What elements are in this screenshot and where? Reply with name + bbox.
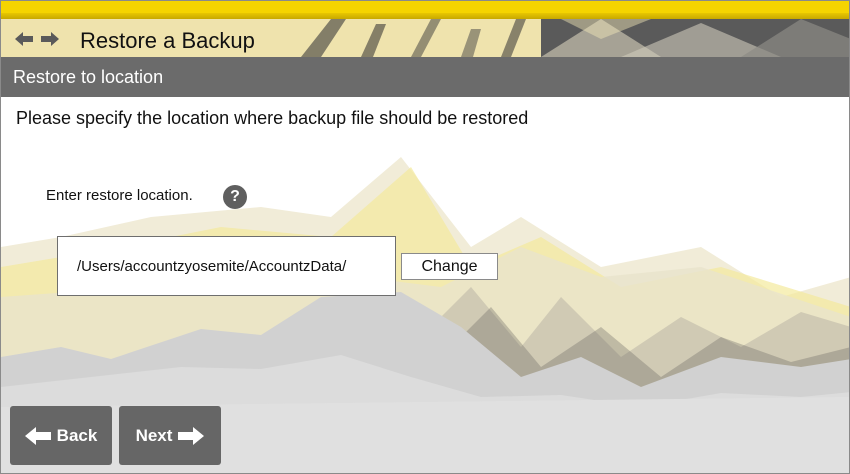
main-content: Please specify the location where backup… [1, 97, 849, 473]
arrow-right-icon [178, 426, 205, 445]
back-button-label: Back [56, 425, 98, 445]
restore-location-label: Enter restore location. [46, 187, 193, 204]
section-header: Restore to location [1, 57, 849, 97]
restore-location-field: /Users/accountzyosemite/AccountzData/ [57, 236, 396, 296]
restore-location-value: /Users/accountzyosemite/AccountzData/ [77, 257, 347, 275]
top-accent-stripe [1, 1, 849, 13]
arrow-left-icon[interactable] [15, 32, 33, 46]
question-mark-icon[interactable]: ? [223, 185, 247, 209]
back-button[interactable]: Back [10, 406, 112, 465]
next-button[interactable]: Next [119, 406, 221, 465]
history-navigation [15, 32, 59, 46]
change-location-button[interactable]: Change [401, 253, 498, 280]
header-bar: Restore a Backup [1, 19, 849, 57]
arrow-right-icon[interactable] [41, 32, 59, 46]
next-button-label: Next [135, 425, 173, 445]
section-title: Restore to location [13, 67, 164, 87]
restore-backup-window: Restore a Backup Restore to location Ple… [0, 0, 850, 474]
arrow-left-icon [24, 426, 51, 445]
page-title: Restore a Backup [80, 28, 255, 53]
instruction-text: Please specify the location where backup… [16, 108, 529, 128]
